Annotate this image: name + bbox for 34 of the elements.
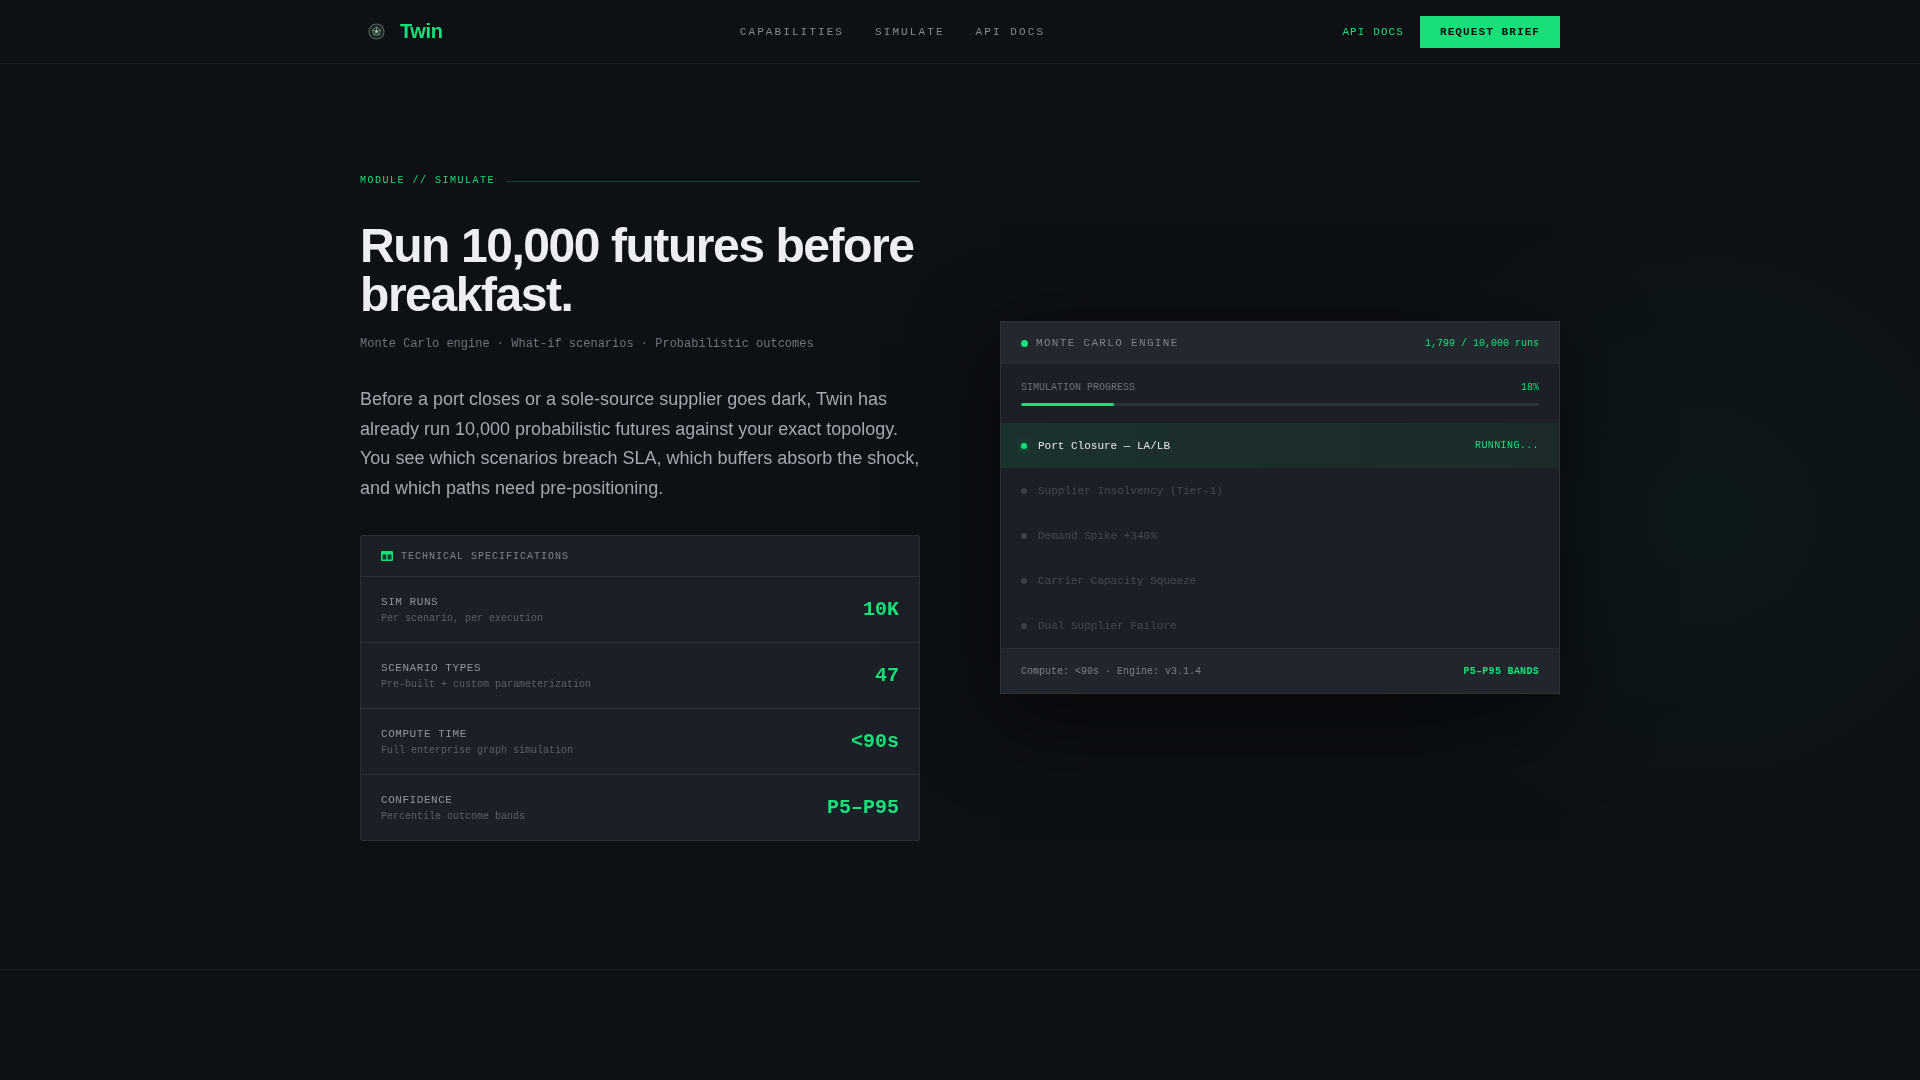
section-label: MODULE // SIMULATE	[360, 174, 496, 188]
scenario-status: RUNNING...	[1475, 440, 1539, 452]
progress-percent: 18%	[1521, 381, 1539, 393]
spec-description: Per scenario, per execution	[381, 611, 544, 626]
scenario-name: Port Closure — LA/LB	[1038, 439, 1172, 452]
table-icon	[381, 551, 393, 562]
spec-description: Percentile outcome bands	[381, 809, 526, 824]
brand-name: Twin	[400, 20, 443, 43]
api-docs-link[interactable]: API DOCS	[1342, 25, 1404, 38]
spec-value: 10K	[863, 598, 899, 622]
request-brief-button[interactable]: REQUEST BRIEF	[1420, 15, 1560, 48]
specs-title: TECHNICAL SPECIFICATIONS	[401, 550, 570, 562]
spec-label: CONFIDENCE	[381, 792, 454, 808]
engine-info: Compute: <90s · Engine: v3.1.4	[1021, 665, 1202, 677]
nav-link[interactable]: CAPABILITIES	[739, 25, 845, 38]
progress-label: SIMULATION PROGRESS	[1021, 381, 1136, 393]
spec-value: <90s	[851, 730, 899, 754]
run-counter: 1,799 / 10,000 runs	[1424, 337, 1539, 349]
bands-label: P5–P95 BANDS	[1463, 665, 1539, 677]
panel-title: MONTE CARLO ENGINE	[1036, 337, 1179, 350]
spec-value: 47	[875, 664, 899, 688]
nav-link[interactable]: SIMULATE	[875, 25, 945, 38]
status-dot-icon	[1021, 339, 1028, 347]
hero-heading: Run 10,000 futures before breakfast.	[360, 221, 915, 319]
nav-link[interactable]: API DOCS	[975, 25, 1046, 38]
spec-label: SCENARIO TYPES	[381, 660, 483, 676]
hero-description: Before a port closes or a sole-source supplier goes dark, Twin has already run 10,000 probabilistic futures against your exact topology. You see which scenarios breach SLA, which buffers absorb the shock, and which paths need pre-positioning.	[360, 388, 920, 500]
spec-description: Full enterprise graph simulation	[381, 743, 574, 758]
node-network-icon	[368, 23, 385, 40]
spec-label: COMPUTE TIME	[381, 726, 468, 742]
spec-description: Pre-built + custom parameterization	[381, 677, 592, 692]
spec-label: SIM RUNS	[381, 594, 440, 610]
spec-value: P5–P95	[827, 796, 899, 820]
hero-tagline: Monte Carlo engine · What-if scenarios · Probabilistic outcomes	[360, 336, 815, 353]
